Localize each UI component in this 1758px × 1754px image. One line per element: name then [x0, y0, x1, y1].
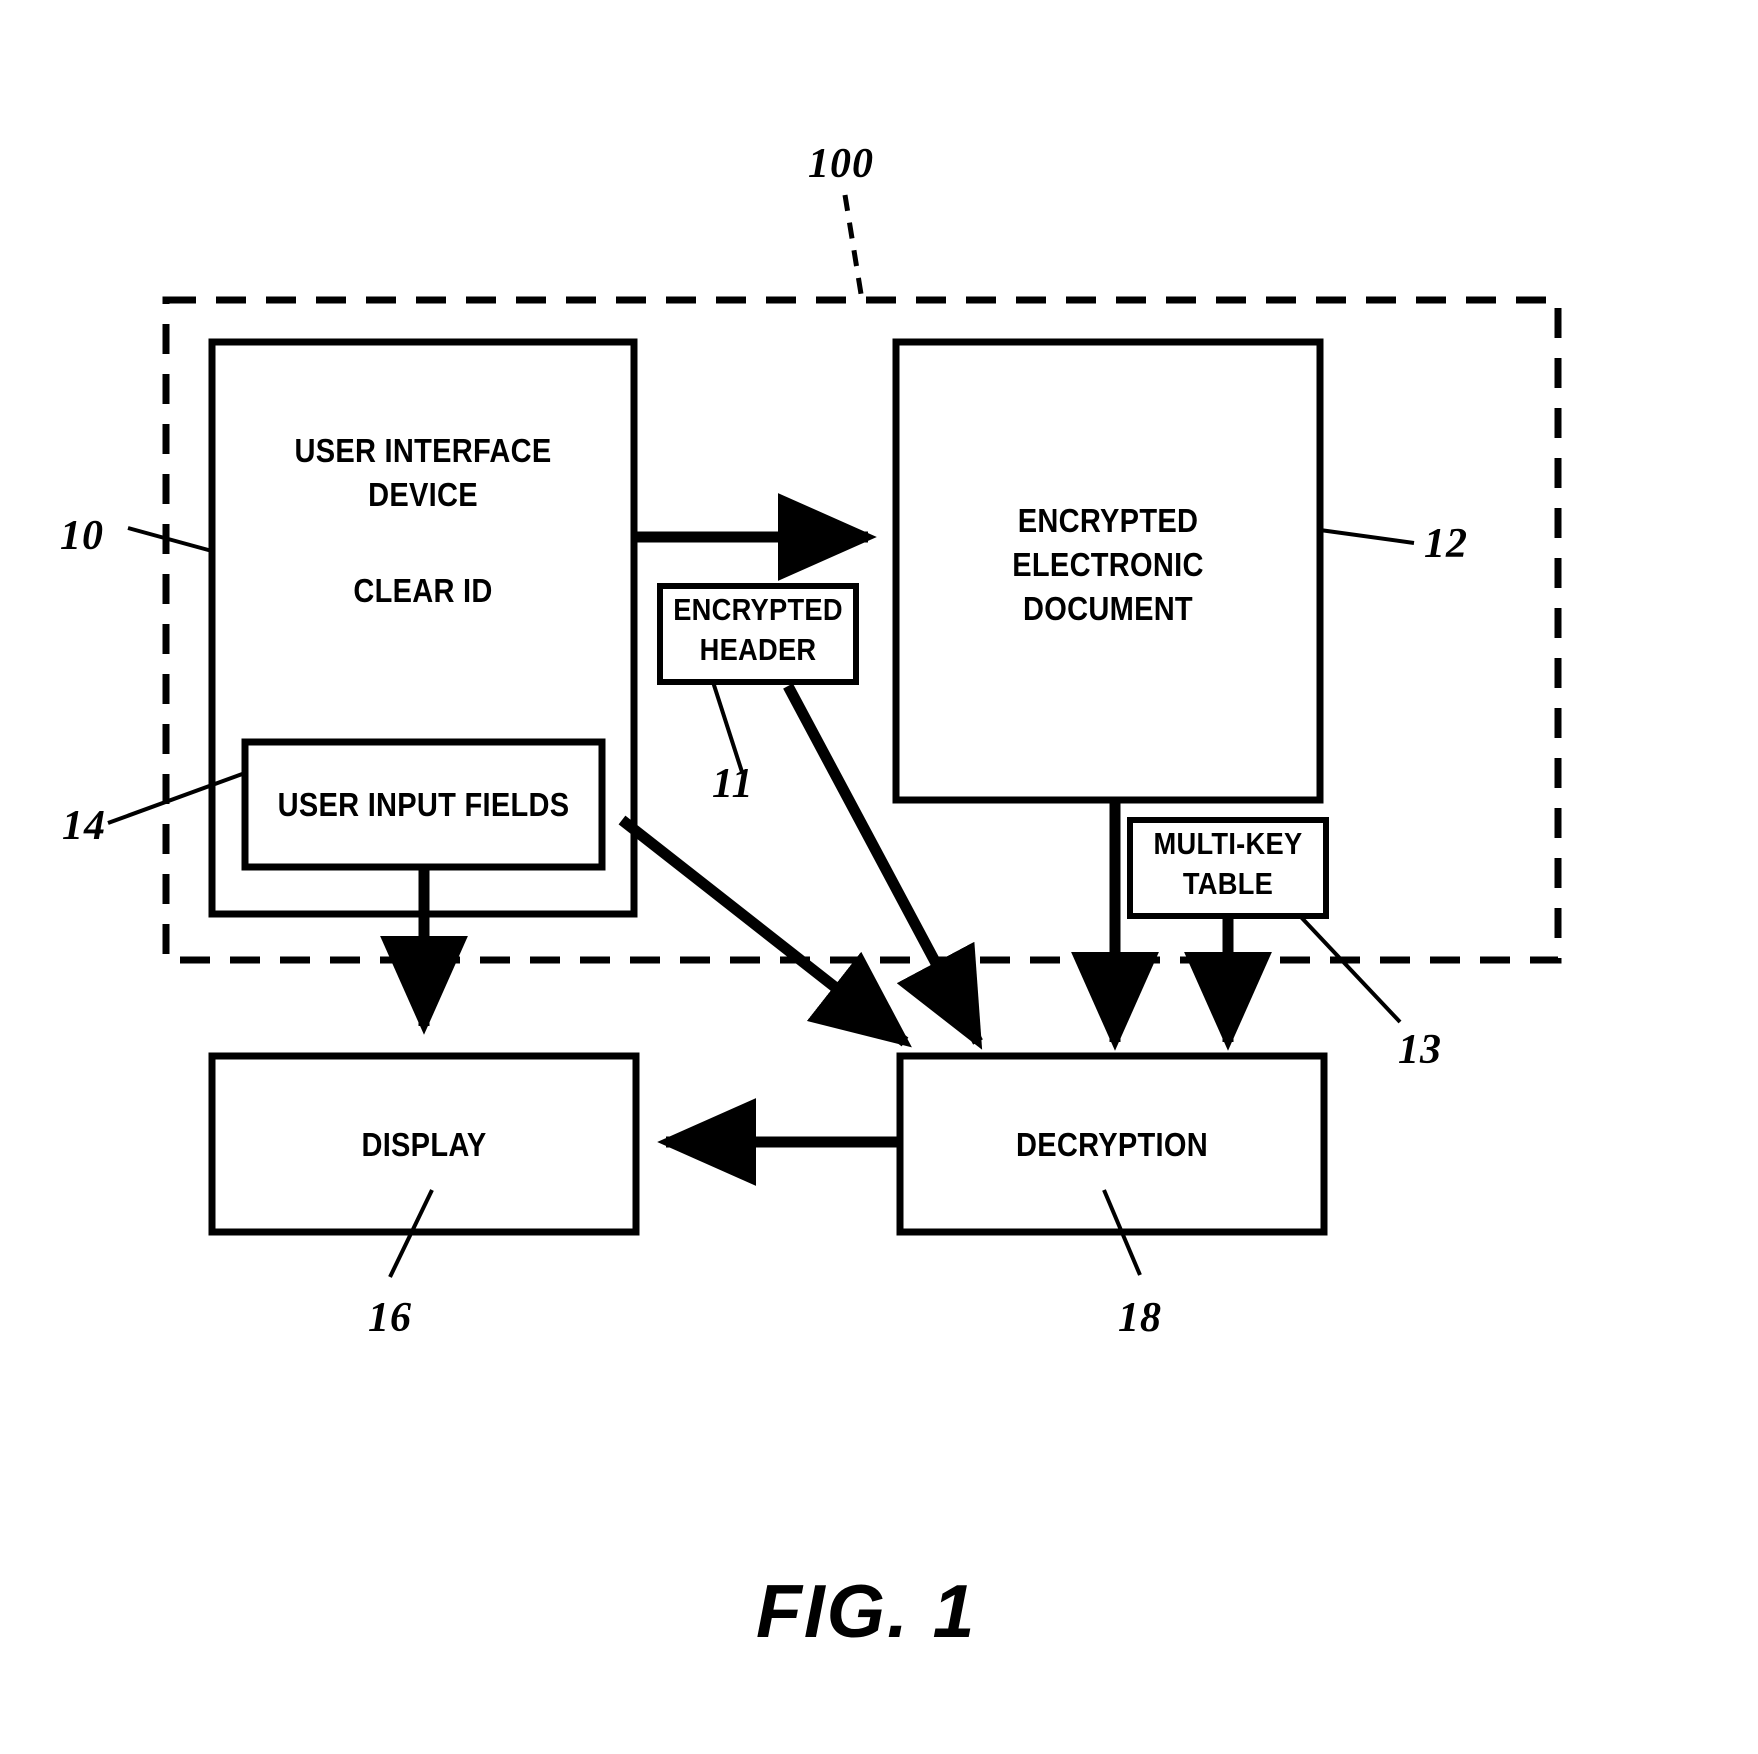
encrypted-document-label-line3: DOCUMENT	[1023, 590, 1193, 627]
clear-id-label: CLEAR ID	[353, 572, 493, 609]
user-input-fields-label: USER INPUT FIELDS	[277, 786, 570, 823]
encrypted-document-label-line2: ELECTRONIC	[1012, 546, 1204, 583]
decryption-label: DECRYPTION	[1016, 1126, 1208, 1163]
user-interface-device-label-line1: USER INTERFACE	[294, 432, 552, 469]
user-interface-device-label-line2: DEVICE	[368, 476, 478, 513]
leader-11	[711, 681, 744, 773]
multi-key-table-label-line1: MULTI-KEY	[1153, 826, 1303, 861]
multi-key-table-label-line2: TABLE	[1182, 866, 1274, 901]
leader-12	[1319, 528, 1415, 545]
encrypted-document-label-line1: ENCRYPTED	[1017, 502, 1199, 539]
arrow-inputfields-to-decryption	[618, 815, 912, 1048]
display-label: DISPLAY	[361, 1126, 487, 1163]
encrypted-header-label-line1: ENCRYPTED	[673, 592, 843, 627]
leader-100	[842, 194, 865, 301]
refnum-14: 14	[62, 803, 106, 849]
refnum-18: 18	[1118, 1295, 1162, 1341]
leader-13	[1298, 914, 1402, 1024]
refnum-12: 12	[1424, 521, 1468, 567]
refnum-100: 100	[808, 141, 874, 187]
refnum-10: 10	[60, 513, 104, 559]
figure-geometry	[107, 194, 1562, 1278]
refnum-16: 16	[368, 1295, 412, 1341]
refnum-11: 11	[712, 761, 754, 807]
encrypted-header-label-line2: HEADER	[699, 632, 817, 667]
leader-10	[127, 526, 213, 553]
figure-caption: FIG. 1	[756, 1569, 977, 1653]
patent-figure: USER INTERFACE DEVICE CLEAR ID USER INPU…	[0, 0, 1758, 1754]
refnum-13: 13	[1398, 1027, 1442, 1073]
